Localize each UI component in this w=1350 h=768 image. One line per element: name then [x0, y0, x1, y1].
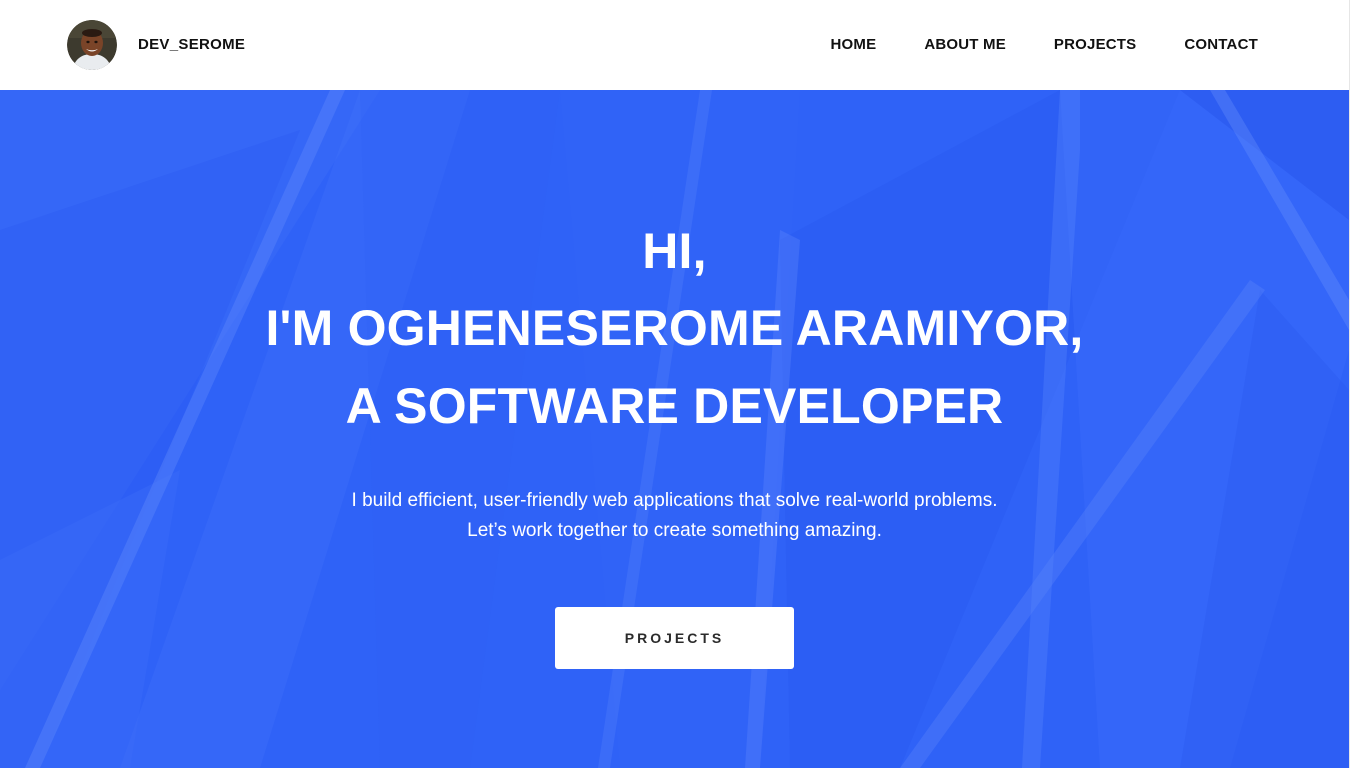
hero-intro: I'M OGHENESEROME ARAMIYOR,: [265, 300, 1084, 356]
avatar: [67, 20, 117, 70]
hero-role: A SOFTWARE DEVELOPER: [345, 378, 1004, 434]
brand[interactable]: DEV_SEROME: [67, 20, 245, 70]
projects-cta-button[interactable]: PROJECTS: [555, 607, 794, 669]
nav-home-link[interactable]: HOME: [831, 36, 877, 53]
brand-name: DEV_SEROME: [138, 35, 246, 53]
hero-subtitle-line1: I build efficient, user-friendly web app…: [351, 490, 998, 511]
main-nav: HOME ABOUT ME PROJECTS CONTACT: [831, 36, 1259, 53]
site-header: DEV_SEROME HOME ABOUT ME PROJECTS CONTAC…: [0, 0, 1350, 90]
hero-greeting: HI,: [642, 223, 707, 279]
nav-contact-link[interactable]: CONTACT: [1184, 36, 1258, 53]
hero-section: HI, I'M OGHENESEROME ARAMIYOR, A SOFTWAR…: [0, 90, 1349, 768]
nav-about-link[interactable]: ABOUT ME: [924, 36, 1006, 53]
hero-subtitle-line2: Let’s work together to create something …: [467, 520, 882, 541]
nav-projects-link[interactable]: PROJECTS: [1054, 36, 1136, 53]
